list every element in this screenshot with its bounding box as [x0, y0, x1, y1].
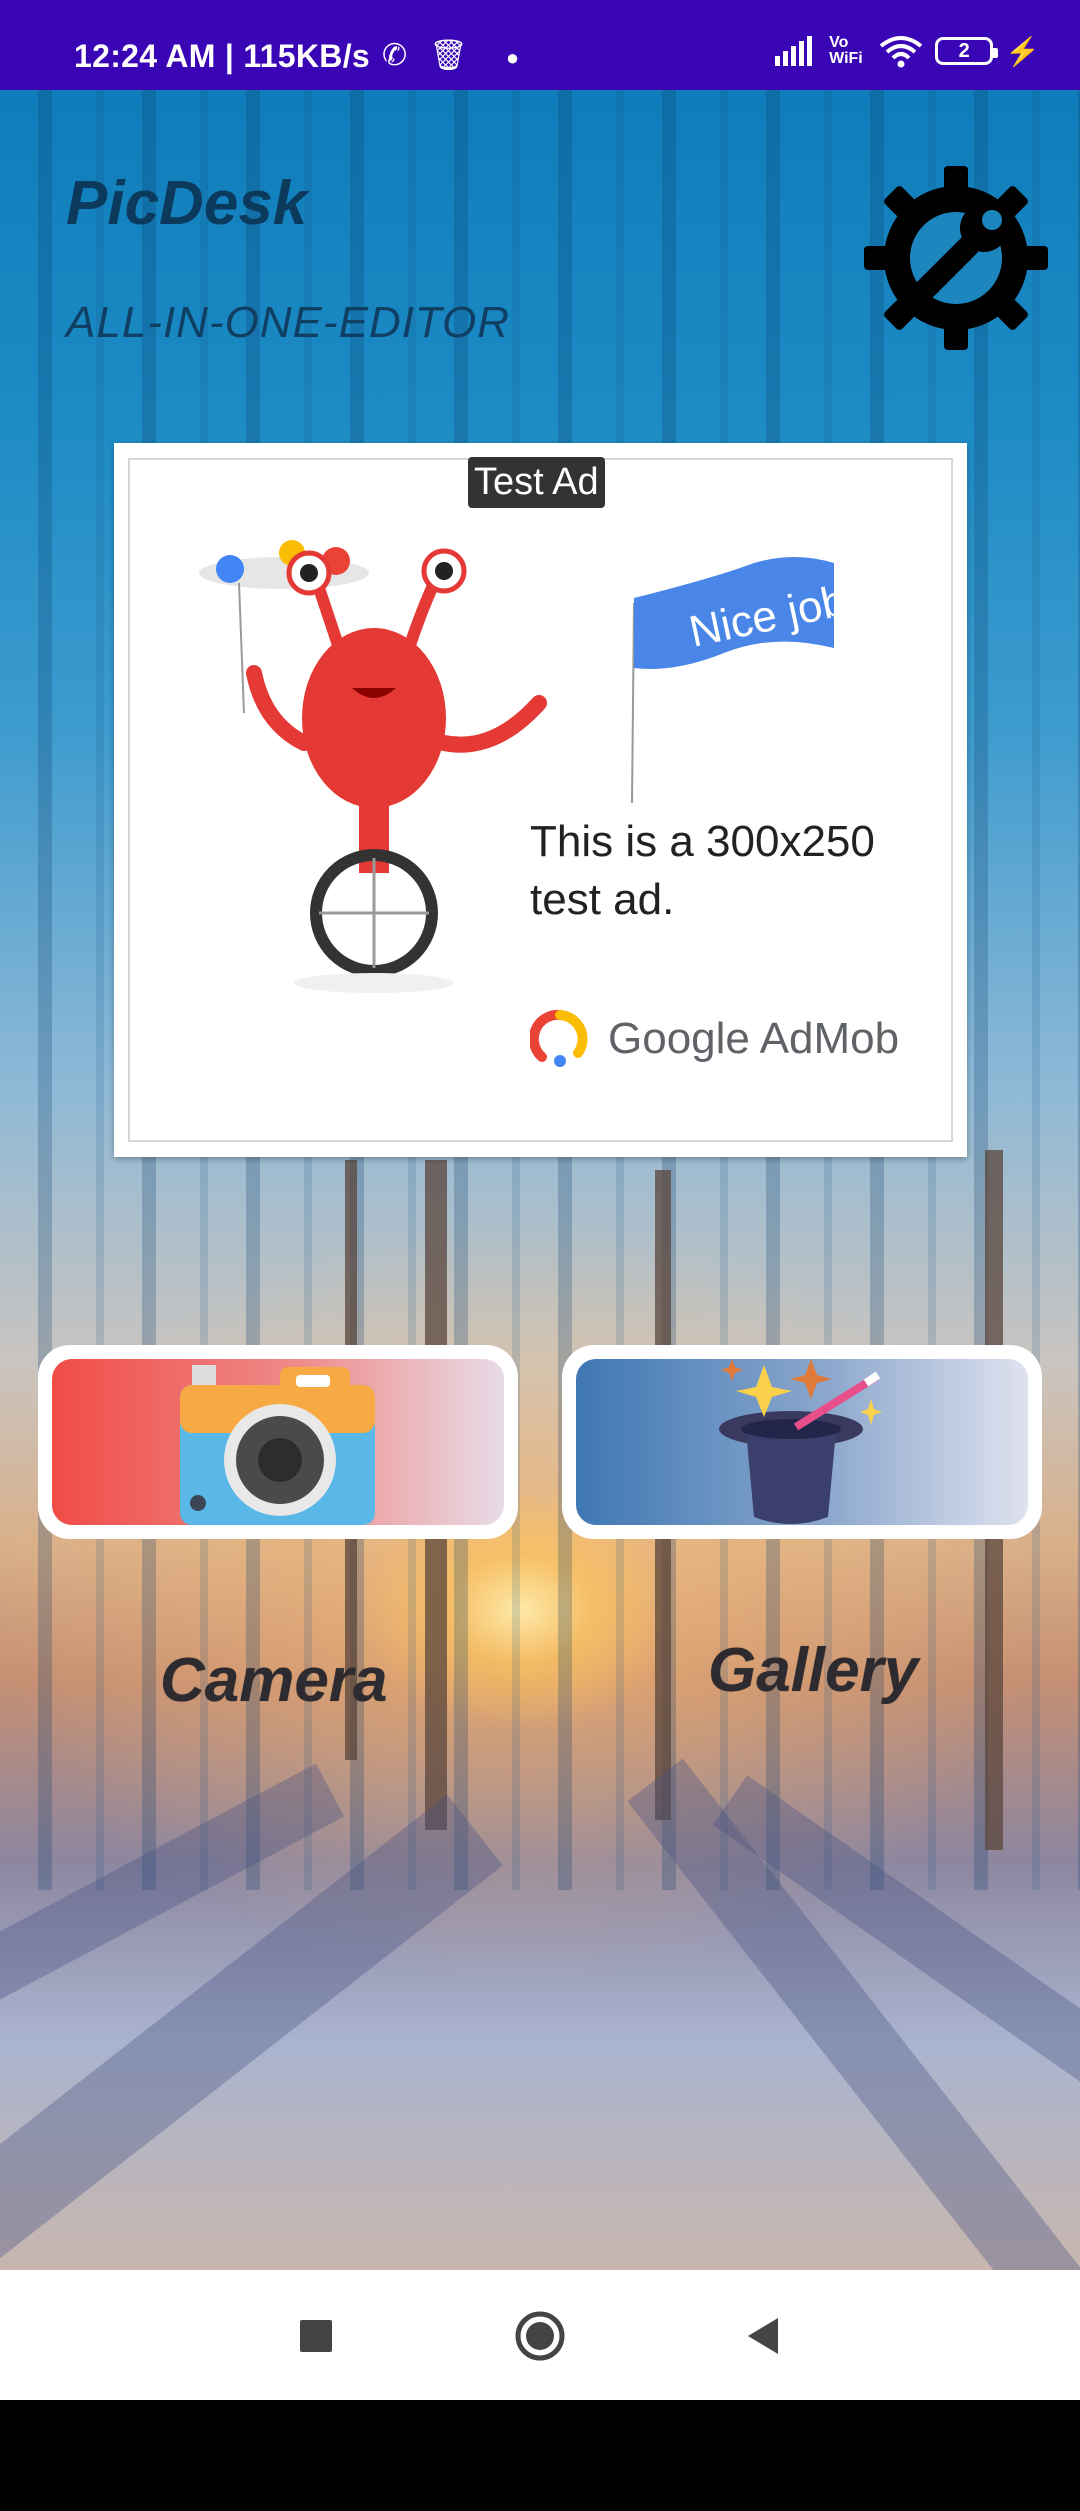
- dot-icon: ●: [505, 45, 520, 70]
- camera-icon: [180, 1365, 375, 1525]
- magic-hat-icon: [719, 1359, 882, 1524]
- triangle-back-icon: [748, 2318, 778, 2354]
- recents-button[interactable]: [286, 2306, 346, 2366]
- battery-level: 2: [958, 39, 970, 62]
- app-title: PicDesk: [66, 169, 308, 238]
- camera-button[interactable]: [38, 1345, 518, 1539]
- whatsapp-icon: ✆: [382, 39, 408, 72]
- circle-icon: [515, 2311, 565, 2361]
- test-ad-badge: Test Ad: [468, 457, 605, 508]
- app-subtitle: ALL-IN-ONE-EDITOR: [66, 298, 511, 347]
- camera-label[interactable]: Camera: [160, 1645, 387, 1716]
- ad-body-text: This is a 300x250 test ad.: [530, 817, 875, 924]
- admob-logo-icon: [530, 1009, 588, 1067]
- camera-button-background: [52, 1359, 504, 1525]
- ad-banner[interactable]: Nice job! Test Ad This is a 300x250 test…: [114, 443, 967, 1157]
- charging-icon: ⚡: [1005, 35, 1040, 67]
- wifi-icon: [879, 36, 923, 68]
- vowifi-label: Vo WiFi: [829, 34, 863, 67]
- admob-brand: Google AdMob: [530, 1009, 899, 1069]
- square-icon: [300, 2320, 332, 2352]
- status-right-icons: Vo WiFi 2 ⚡: [773, 34, 1040, 68]
- trash-icon: 🗑: [429, 39, 468, 72]
- status-bar: 12:24 AM | 115KB/s ✆ 🗑 ● Vo WiFi 2 ⚡: [0, 0, 1080, 90]
- ad-illustration: Nice job!: [199, 540, 863, 993]
- gallery-button[interactable]: [562, 1345, 1042, 1539]
- battery-icon: 2: [935, 37, 999, 65]
- gallery-label[interactable]: Gallery: [708, 1635, 918, 1706]
- back-button[interactable]: [732, 2306, 792, 2366]
- signal-icon: [775, 36, 813, 66]
- notification-icons: ✆ 🗑 ●: [382, 38, 519, 73]
- home-button[interactable]: [510, 2306, 570, 2366]
- status-time-speed: 12:24 AM | 115KB/s: [74, 38, 370, 74]
- admob-text: Google AdMob: [608, 1014, 900, 1063]
- gallery-button-background: [576, 1359, 1028, 1525]
- navigation-bar: [0, 2270, 1080, 2400]
- settings-icon[interactable]: [856, 160, 1056, 360]
